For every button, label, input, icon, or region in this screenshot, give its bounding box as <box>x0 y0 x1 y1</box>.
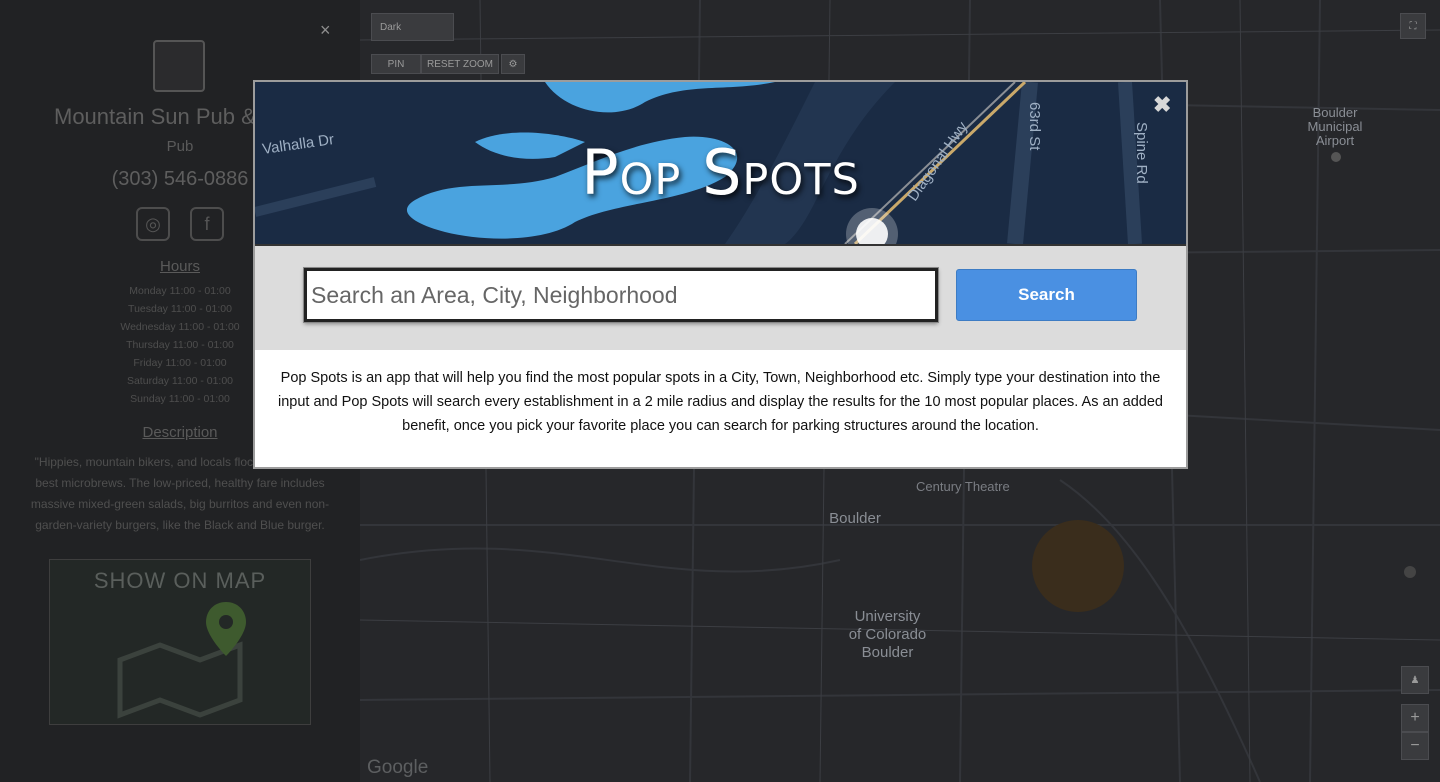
place-logo <box>153 40 205 92</box>
pin-button[interactable]: PIN <box>371 54 421 74</box>
app-description: Pop Spots is an app that will help you f… <box>277 370 1163 434</box>
search-input[interactable] <box>304 268 938 322</box>
google-attribution: Google <box>367 757 429 778</box>
map-label-university: University of Colorado Boulder <box>848 608 927 661</box>
show-on-map-button[interactable]: SHOW ON MAP <box>49 559 311 725</box>
search-bar: Search <box>255 244 1186 350</box>
app-title: Pop Spots <box>581 136 860 209</box>
search-button[interactable]: Search <box>956 269 1137 321</box>
sidebar-close-icon[interactable]: × <box>320 20 331 41</box>
settings-icon[interactable]: ⚙ <box>501 54 525 74</box>
pegman-icon[interactable]: ♟ <box>1401 666 1429 694</box>
modal-banner: Valhalla Dr Diagonal Hwy 63rd St Spine R… <box>255 82 1186 244</box>
fullscreen-icon[interactable]: ⛶ <box>1400 13 1426 39</box>
map-label-airport: Boulder Municipal Airport <box>1307 105 1363 148</box>
facebook-icon[interactable]: f <box>190 207 224 241</box>
welcome-modal: Valhalla Dr Diagonal Hwy 63rd St Spine R… <box>253 80 1188 469</box>
map-label-theatre: Century Theatre <box>916 479 1010 494</box>
globe-icon[interactable]: ◎ <box>136 207 170 241</box>
reset-zoom-button[interactable]: RESET ZOOM <box>421 54 499 74</box>
map-label-boulder: Boulder <box>829 510 881 527</box>
map-style-select[interactable]: Dark <box>371 13 454 41</box>
zoom-in-button[interactable]: + <box>1401 704 1429 732</box>
zoom-out-button[interactable]: − <box>1401 732 1429 760</box>
modal-close-icon[interactable]: ✖ <box>1153 92 1171 118</box>
map-pin-icon <box>117 602 246 719</box>
